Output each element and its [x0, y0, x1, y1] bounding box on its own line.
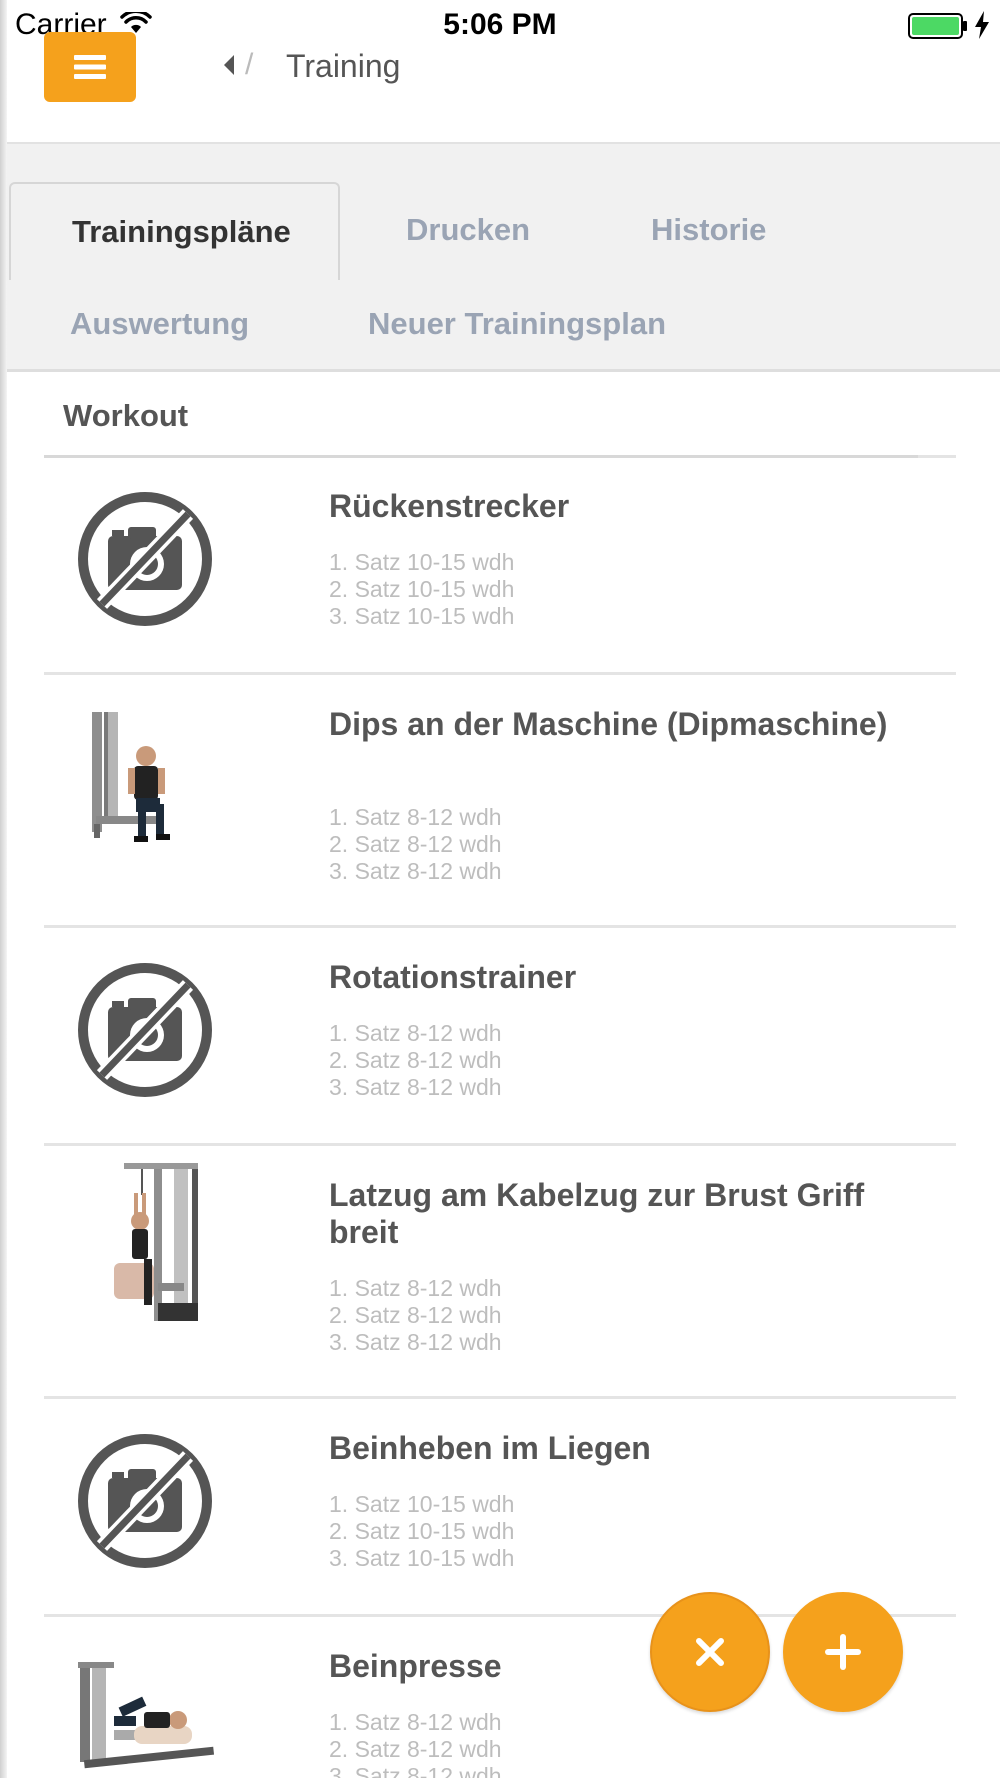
tab-trainingsplaene[interactable]: Trainingspläne	[9, 182, 340, 280]
exercise-sets: 1. Satz 8-12 wdh 2. Satz 8-12 wdh 3. Sat…	[329, 1020, 502, 1101]
set-line: 2. Satz 8-12 wdh	[329, 1302, 502, 1328]
add-exercise-button[interactable]	[783, 1592, 903, 1712]
set-line: 3. Satz 8-12 wdh	[329, 1329, 502, 1355]
no-photo-icon	[74, 488, 216, 630]
breadcrumb-separator: /	[245, 48, 254, 81]
set-line: 2. Satz 10-15 wdh	[329, 576, 515, 602]
exercise-name: Beinheben im Liegen	[329, 1430, 651, 1466]
back-caret-icon[interactable]	[222, 54, 236, 76]
set-line: 1. Satz 8-12 wdh	[329, 1020, 502, 1046]
exercise-item[interactable]: Beinheben im Liegen 1. Satz 10-15 wdh 2.…	[44, 1402, 956, 1617]
exercise-name: Dips an der Maschine (Dipmaschine)	[329, 706, 888, 742]
exercise-name: Rückenstrecker	[329, 488, 570, 524]
set-line: 1. Satz 8-12 wdh	[329, 804, 502, 830]
exercise-name: Latzug am Kabelzug zur Brust Griff breit	[329, 1177, 865, 1250]
tab-auswertung[interactable]: Auswertung	[70, 306, 249, 342]
exercise-name: Rotationstrainer	[329, 959, 577, 995]
menu-button[interactable]	[44, 32, 136, 102]
page-title: Training	[286, 48, 401, 84]
left-edge-shadow	[0, 0, 7, 1778]
exercise-item[interactable]: Latzug am Kabelzug zur Brust Griff breit…	[44, 1149, 956, 1399]
exercise-sets: 1. Satz 8-12 wdh 2. Satz 8-12 wdh 3. Sat…	[329, 1275, 502, 1356]
plus-icon	[825, 1634, 861, 1670]
charging-bolt-icon	[975, 11, 989, 39]
exercise-item[interactable]: Dips an der Maschine (Dipmaschine) 1. Sa…	[44, 678, 956, 928]
divider	[44, 455, 918, 458]
set-line: 3. Satz 8-12 wdh	[329, 1074, 502, 1100]
status-time: 5:06 PM	[443, 8, 557, 41]
leg-press-photo	[78, 1662, 215, 1769]
set-line: 1. Satz 8-12 wdh	[329, 1709, 502, 1735]
workout-heading: Workout	[63, 398, 189, 433]
set-line: 2. Satz 8-12 wdh	[329, 1736, 502, 1762]
battery-icon	[908, 13, 967, 39]
exercise-sets: 1. Satz 8-12 wdh 2. Satz 8-12 wdh 3. Sat…	[329, 804, 502, 885]
hamburger-icon	[74, 55, 106, 79]
tab-bar: Trainingspläne Drucken Historie Auswertu…	[7, 142, 1000, 372]
exercise-sets: 1. Satz 10-15 wdh 2. Satz 10-15 wdh 3. S…	[329, 1491, 514, 1572]
dip-machine-photo	[92, 712, 170, 842]
close-button[interactable]	[650, 1592, 770, 1712]
tab-drucken[interactable]: Drucken	[406, 212, 530, 248]
set-line: 3. Satz 10-15 wdh	[329, 1545, 515, 1571]
set-line: 1. Satz 10-15 wdh	[329, 1491, 515, 1517]
set-line: 3. Satz 8-12 wdh	[329, 1763, 502, 1778]
status-bar: Carrier 5:06 PM	[0, 0, 1000, 50]
exercise-sets: 1. Satz 8-12 wdh 2. Satz 8-12 wdh 3. Sat…	[329, 1709, 502, 1778]
set-line: 3. Satz 10-15 wdh	[329, 603, 515, 629]
no-photo-icon	[74, 1430, 216, 1572]
close-icon	[696, 1638, 724, 1666]
set-line: 3. Satz 8-12 wdh	[329, 858, 502, 884]
set-line: 2. Satz 8-12 wdh	[329, 1047, 502, 1073]
tab-historie[interactable]: Historie	[651, 212, 766, 248]
exercise-item[interactable]: Rückenstrecker 1. Satz 10-15 wdh 2. Satz…	[44, 460, 956, 675]
tab-neuer-trainingsplan[interactable]: Neuer Trainingsplan	[368, 306, 666, 342]
set-line: 1. Satz 10-15 wdh	[329, 549, 515, 575]
set-line: 2. Satz 10-15 wdh	[329, 1518, 515, 1544]
exercise-sets: 1. Satz 10-15 wdh 2. Satz 10-15 wdh 3. S…	[329, 549, 514, 630]
exercise-item[interactable]: Rotationstrainer 1. Satz 8-12 wdh 2. Sat…	[44, 931, 956, 1146]
set-line: 1. Satz 8-12 wdh	[329, 1275, 502, 1301]
lat-pulldown-photo	[114, 1163, 198, 1321]
set-line: 2. Satz 8-12 wdh	[329, 831, 502, 857]
no-photo-icon	[74, 959, 216, 1101]
